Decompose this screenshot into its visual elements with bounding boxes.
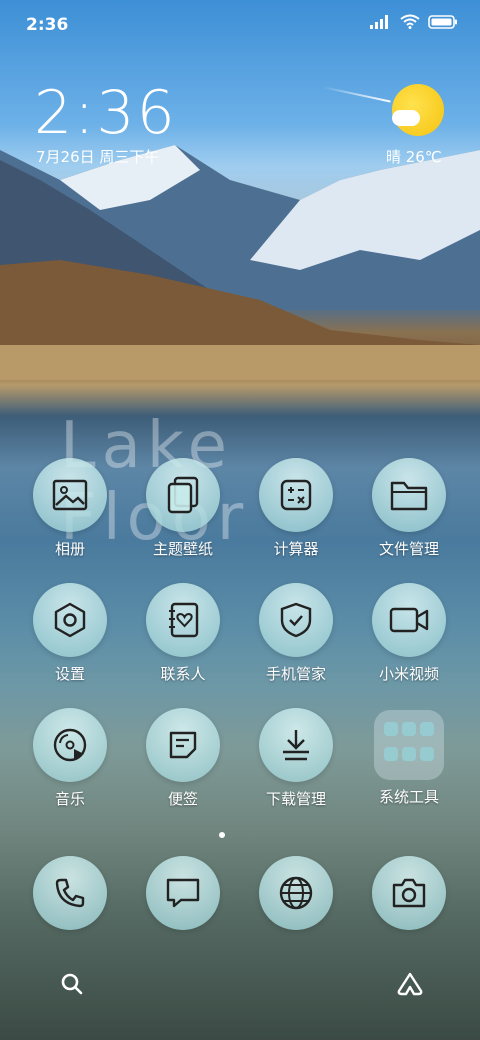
- weather-label: 晴 26℃: [386, 148, 442, 166]
- app-themes[interactable]: 主题壁纸: [127, 458, 239, 559]
- signal-icon: [370, 14, 388, 29]
- wallpaper-mountains: [0, 145, 480, 380]
- app-label: 手机管家: [265, 665, 326, 683]
- app-label: 便签: [167, 790, 198, 808]
- calculator-icon: [259, 458, 333, 532]
- status-time: 2:36: [26, 15, 69, 35]
- app-label: 设置: [54, 665, 85, 683]
- app-security[interactable]: 手机管家: [240, 583, 352, 684]
- app-label: 计算器: [273, 540, 319, 558]
- notes-icon: [146, 708, 220, 782]
- security-icon: [259, 583, 333, 657]
- settings-icon: [33, 583, 107, 657]
- app-label: 音乐: [54, 790, 85, 808]
- contacts-icon: [146, 583, 220, 657]
- message-icon: [146, 856, 220, 930]
- video-icon: [372, 583, 446, 657]
- battery-icon: [428, 14, 457, 29]
- app-notes[interactable]: 便签: [127, 708, 239, 809]
- app-label: 下载管理: [265, 790, 326, 808]
- folder-mini-icon: [402, 747, 416, 761]
- comet-decoration: [321, 86, 391, 103]
- dock-phone[interactable]: [14, 856, 126, 930]
- app-label: 文件管理: [378, 540, 439, 558]
- app-video[interactable]: 小米视频: [353, 583, 465, 684]
- app-label: 联系人: [160, 665, 206, 683]
- folder-mini-icon: [402, 722, 416, 736]
- themes-icon: [146, 458, 220, 532]
- browser-icon: [259, 856, 333, 930]
- page-indicator[interactable]: [219, 832, 225, 838]
- wifi-icon: [400, 14, 420, 29]
- date-label: 7月26日 周三下午: [36, 148, 160, 166]
- app-music[interactable]: 音乐: [14, 708, 126, 809]
- app-label: 主题壁纸: [152, 540, 213, 558]
- download-icon: [259, 708, 333, 782]
- dock-browser[interactable]: [240, 856, 352, 930]
- bottom-bar: [0, 962, 480, 1012]
- clock-widget[interactable]: 2:36: [34, 78, 177, 148]
- music-icon: [33, 708, 107, 782]
- cloud-icon: [392, 110, 420, 126]
- app-settings[interactable]: 设置: [14, 583, 126, 684]
- app-folder-system-tools[interactable]: 系统工具: [353, 708, 465, 807]
- app-gallery[interactable]: 相册: [14, 458, 126, 559]
- folder-mini-icon: [384, 722, 398, 736]
- app-downloads[interactable]: 下载管理: [240, 708, 352, 809]
- app-label: 相册: [54, 540, 85, 558]
- dock-messages[interactable]: [127, 856, 239, 930]
- folder-icon: [372, 458, 446, 532]
- app-file-manager[interactable]: 文件管理: [353, 458, 465, 559]
- phone-icon: [33, 856, 107, 930]
- folder-mini-icon: [384, 747, 398, 761]
- folder-mini-icon: [420, 722, 434, 736]
- gallery-icon: [33, 458, 107, 532]
- folder-mini-icon: [420, 747, 434, 761]
- app-calculator[interactable]: 计算器: [240, 458, 352, 559]
- dock-camera[interactable]: [353, 856, 465, 930]
- assistant-icon[interactable]: [396, 971, 424, 997]
- app-contacts[interactable]: 联系人: [127, 583, 239, 684]
- status-bar: 2:36: [0, 0, 480, 50]
- app-label: 系统工具: [378, 788, 439, 806]
- status-icons: [370, 14, 458, 29]
- folder-group-icon: [374, 710, 444, 780]
- camera-icon: [372, 856, 446, 930]
- search-icon[interactable]: [60, 972, 84, 996]
- app-label: 小米视频: [378, 665, 439, 683]
